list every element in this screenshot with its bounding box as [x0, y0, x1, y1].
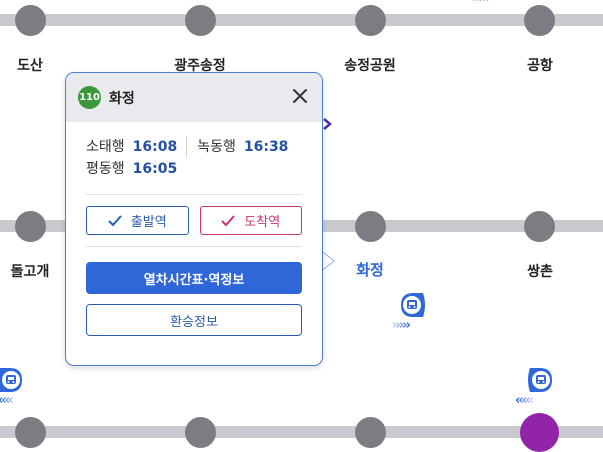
transfer-info-button[interactable]: 환승정보 — [86, 304, 302, 336]
departure-times: 소태행 16:08 녹동행 16:38 평동행 16:05 — [66, 122, 322, 180]
close-icon[interactable] — [290, 86, 310, 106]
station-dot[interactable] — [355, 417, 386, 448]
station-label-ssangchon[interactable]: 쌍촌 — [527, 261, 553, 281]
popup-pointer — [322, 252, 334, 270]
track-bottom — [0, 426, 603, 438]
train-direction-chevrons: ››››› — [392, 318, 411, 333]
check-icon — [108, 214, 122, 226]
station-dot[interactable] — [524, 211, 555, 242]
station-dot[interactable] — [15, 417, 46, 448]
line-badge: 110 — [78, 86, 101, 109]
train-icon[interactable] — [0, 364, 26, 396]
station-label-songjeongpark[interactable]: 송정공원 — [344, 55, 396, 75]
direction-label: 소태행 — [86, 139, 125, 155]
station-label-airport[interactable]: 공항 — [527, 55, 553, 75]
train-arrow-icon — [323, 118, 332, 130]
timetable-button[interactable]: 열차시간표·역정보 — [86, 262, 302, 294]
train-direction-chevrons: ‹‹‹‹ — [0, 393, 14, 408]
set-departure-label: 출발역 — [130, 215, 167, 230]
departure-time: 16:08 — [132, 139, 178, 155]
station-dot[interactable] — [185, 417, 216, 448]
station-label-dolgogae[interactable]: 돌고개 — [11, 261, 50, 281]
station-label-hwajeong[interactable]: 화정 — [356, 259, 384, 280]
check-icon — [221, 214, 236, 226]
station-dot[interactable] — [15, 5, 46, 36]
divider — [86, 246, 302, 247]
divider — [186, 136, 188, 158]
departure-time: 16:38 — [243, 139, 289, 155]
track-top — [0, 14, 603, 26]
set-arrival-label: 도착역 — [244, 215, 281, 230]
departure-time: 16:05 — [132, 161, 178, 177]
train-icon[interactable] — [397, 289, 429, 321]
train-direction-chevrons: ››››› — [472, 0, 491, 6]
station-dot-terminal[interactable] — [520, 413, 559, 452]
station-dot[interactable] — [355, 211, 386, 242]
popup-station-name: 화정 — [109, 90, 135, 107]
set-departure-button[interactable]: 출발역 — [86, 206, 189, 235]
station-info-popup: 110 화정 소태행 16:08 녹동행 16:38 평동행 16:05 출발역 — [65, 72, 323, 366]
popup-header: 110 화정 — [66, 73, 322, 122]
set-arrival-button[interactable]: 도착역 — [199, 206, 302, 235]
station-dot[interactable] — [524, 5, 555, 36]
direction-label: 평동행 — [86, 161, 125, 177]
station-dot[interactable] — [185, 5, 216, 36]
station-label-dosan[interactable]: 도산 — [17, 55, 43, 75]
train-direction-chevrons: ‹‹‹‹‹ — [515, 393, 534, 408]
direction-label: 녹동행 — [197, 139, 236, 155]
station-dot[interactable] — [355, 5, 386, 36]
train-icon[interactable] — [524, 364, 556, 396]
route-select-buttons: 출발역 도착역 — [66, 195, 322, 246]
station-dot[interactable] — [15, 211, 46, 242]
